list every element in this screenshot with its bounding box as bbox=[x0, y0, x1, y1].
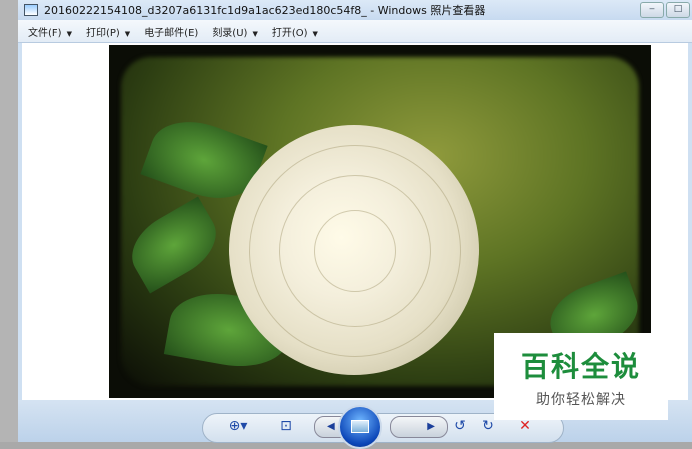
zoom-icon[interactable]: ⊕▾ bbox=[228, 418, 248, 434]
window-title: 20160222154108_d3207a6131fc1d9a1ac623ed1… bbox=[44, 4, 486, 17]
menu-label: 刻录(U) bbox=[212, 27, 248, 39]
menu-open[interactable]: 打开(O) ▼ bbox=[272, 24, 318, 39]
fit-icon[interactable]: ⊡ bbox=[276, 418, 296, 434]
menu-label: 打印(P) bbox=[85, 27, 120, 39]
menu-bar: 文件(F) ▼ 打印(P) ▼ 电子邮件(E) 刻录(U) ▼ 打开(O) ▼ bbox=[18, 20, 692, 43]
maximize-button[interactable]: □ bbox=[666, 2, 690, 18]
previous-icon: ◀ bbox=[327, 421, 335, 432]
petal bbox=[249, 145, 461, 357]
dropdown-arrow-icon: ▼ bbox=[66, 29, 72, 38]
watermark: 百科全说 助你轻松解决 bbox=[494, 333, 668, 420]
menu-email[interactable]: 电子邮件(E) bbox=[144, 24, 198, 39]
menu-label: 打开(O) bbox=[271, 27, 308, 39]
next-button[interactable]: ▶ bbox=[390, 416, 448, 438]
watermark-subtitle: 助你轻松解决 bbox=[536, 392, 626, 408]
slideshow-button[interactable] bbox=[338, 405, 382, 449]
dropdown-arrow-icon: ▼ bbox=[252, 29, 258, 38]
menu-burn[interactable]: 刻录(U) ▼ bbox=[212, 24, 258, 39]
title-bar: 20160222154108_d3207a6131fc1d9a1ac623ed1… bbox=[18, 0, 692, 20]
rotate-ccw-icon[interactable]: ↺ bbox=[450, 418, 470, 434]
background-window bbox=[0, 0, 19, 442]
slideshow-icon bbox=[351, 420, 369, 433]
next-icon: ▶ bbox=[427, 421, 435, 432]
dropdown-arrow-icon: ▼ bbox=[124, 29, 131, 38]
dropdown-arrow-icon: ▼ bbox=[312, 29, 318, 38]
menu-label: 电子邮件(E) bbox=[144, 27, 199, 39]
menu-label: 文件(F) bbox=[28, 27, 62, 39]
minimize-button[interactable]: ‒ bbox=[640, 2, 664, 18]
menu-file[interactable]: 文件(F) ▼ bbox=[28, 24, 72, 39]
app-icon bbox=[24, 4, 38, 16]
watermark-title: 百科全说 bbox=[520, 350, 641, 383]
rotate-cw-icon[interactable]: ↻ bbox=[478, 418, 498, 434]
delete-icon[interactable]: ✕ bbox=[515, 418, 535, 434]
menu-print[interactable]: 打印(P) ▼ bbox=[86, 24, 130, 39]
white-camellia-flower bbox=[229, 125, 479, 375]
